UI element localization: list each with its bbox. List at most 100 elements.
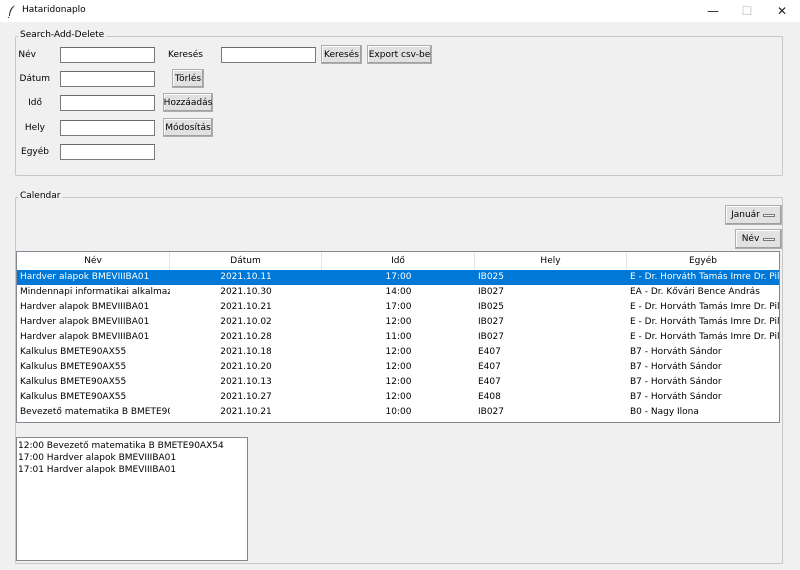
cell-ido: 12:00 [385, 347, 412, 357]
ido-input[interactable] [60, 95, 155, 111]
feather-icon [7, 5, 15, 18]
cell-hely: IB025 [478, 302, 505, 312]
cell-nev: Hardver alapok BMEVIIIBA01 [20, 302, 150, 312]
table-row[interactable]: Bevezető matematika B BMETE90AX5 2021.10.… [17, 405, 779, 420]
search-input[interactable] [221, 47, 316, 63]
cell-ido: 11:00 [385, 332, 412, 342]
window-title: Hataridonaplo [22, 5, 86, 15]
cell-hely: IB027 [478, 407, 505, 417]
column-header-hely[interactable]: Hely [475, 252, 627, 270]
cell-nev: Bevezető matematika B BMETE90AX5 [20, 407, 170, 417]
cell-egyeb: E - Dr. Horváth Tamás Imre Dr. Pilász [630, 302, 779, 312]
cell-egyeb: EA - Dr. Kővári Bence András [630, 287, 760, 297]
cell-datum: 2021.10.28 [220, 332, 272, 342]
hely-label: Hely [24, 123, 45, 133]
month-select[interactable]: Január [725, 205, 782, 225]
cell-ido: 17:00 [385, 302, 412, 312]
list-item[interactable]: 12:00 Bevezető matematika B BMETE90AX54 [18, 440, 246, 452]
table-body: Hardver alapok BMEVIIIBA01 2021.10.11 17:0… [17, 270, 779, 420]
column-header-egyeb[interactable]: Egyéb [627, 252, 779, 270]
cell-nev: Hardver alapok BMEVIIIBA01 [20, 332, 150, 342]
datum-input[interactable] [60, 71, 155, 87]
reminder-listbox[interactable]: 12:00 Bevezető matematika B BMETE90AX54 1… [16, 437, 248, 561]
nev-label: Név [18, 50, 36, 60]
column-header-ido[interactable]: Idő [322, 252, 475, 270]
egyeb-label: Egyéb [21, 147, 49, 157]
column-header-datum[interactable]: Dátum [170, 252, 322, 270]
hely-input[interactable] [60, 120, 155, 136]
table-row[interactable]: Hardver alapok BMEVIIIBA01 2021.10.28 11:0… [17, 330, 779, 345]
cell-ido: 10:00 [385, 407, 412, 417]
cell-egyeb: E - Dr. Horváth Tamás Imre Dr. Pilász [630, 332, 779, 342]
table-row[interactable]: Hardver alapok BMEVIIIBA01 2021.10.21 17:0… [17, 300, 779, 315]
modify-button[interactable]: Módosítás [163, 118, 213, 137]
cell-egyeb: B7 - Horváth Sándor [630, 392, 722, 402]
cell-datum: 2021.10.21 [220, 407, 272, 417]
empty-area [248, 437, 780, 561]
cell-ido: 12:00 [385, 377, 412, 387]
datum-label: Dátum [19, 74, 50, 84]
cell-nev: Mindennapi informatikai alkalmazás [20, 287, 170, 297]
cell-ido: 17:00 [385, 272, 412, 282]
cell-datum: 2021.10.11 [220, 272, 272, 282]
cell-hely: IB027 [478, 332, 505, 342]
table-row[interactable]: Kalkulus BMETE90AX55 2021.10.18 12:00 E407 B… [17, 345, 779, 360]
maximize-icon: ☐ [741, 4, 753, 18]
cell-hely: E407 [478, 347, 501, 357]
cell-hely: IB027 [478, 287, 505, 297]
table-header: Név Dátum Idő Hely Egyéb [17, 252, 779, 270]
cell-egyeb: B7 - Horváth Sándor [630, 347, 722, 357]
events-table[interactable]: Név Dátum Idő Hely Egyéb Hardver alapok … [16, 251, 780, 423]
cell-datum: 2021.10.27 [220, 392, 272, 402]
cell-datum: 2021.10.13 [220, 377, 272, 387]
table-row[interactable]: Kalkulus BMETE90AX55 2021.10.20 12:00 E407 B… [17, 360, 779, 375]
ido-label: Idő [28, 98, 42, 108]
sort-select[interactable]: Név [735, 229, 782, 249]
cell-ido: 14:00 [385, 287, 412, 297]
column-header-nev[interactable]: Név [17, 252, 170, 270]
cell-datum: 2021.10.21 [220, 302, 272, 312]
kereses-label: Keresés [168, 50, 203, 60]
calendar-group-label: Calendar [18, 191, 63, 201]
table-row[interactable]: Kalkulus BMETE90AX55 2021.10.27 12:00 E408 B… [17, 390, 779, 405]
title-bar: Hataridonaplo — ☐ ✕ [0, 0, 800, 22]
delete-button[interactable]: Törlés [172, 69, 204, 88]
cell-hely: E407 [478, 362, 501, 372]
search-button[interactable]: Keresés [321, 45, 362, 64]
list-item[interactable]: 17:00 Hardver alapok BMEVIIIBA01 [18, 452, 246, 464]
cell-egyeb: B7 - Horváth Sándor [630, 377, 722, 387]
close-button[interactable]: ✕ [765, 0, 799, 22]
table-row[interactable]: Mindennapi informatikai alkalmazás 2021.1… [17, 285, 779, 300]
minimize-icon: — [707, 4, 719, 18]
cell-ido: 12:00 [385, 392, 412, 402]
cell-datum: 2021.10.20 [220, 362, 272, 372]
minimize-button[interactable]: — [696, 0, 730, 22]
table-row[interactable]: Hardver alapok BMEVIIIBA01 2021.10.11 17:0… [17, 270, 779, 285]
cell-egyeb: B0 - Nagy Ilona [630, 407, 699, 417]
cell-nev: Kalkulus BMETE90AX55 [20, 377, 127, 387]
table-row[interactable]: Kalkulus BMETE90AX55 2021.10.13 12:00 E407 B… [17, 375, 779, 390]
cell-nev: Kalkulus BMETE90AX55 [20, 392, 127, 402]
nev-input[interactable] [60, 47, 155, 63]
cell-ido: 12:00 [385, 362, 412, 372]
cell-hely: E407 [478, 377, 501, 387]
export-csv-button[interactable]: Export csv-be [367, 45, 432, 64]
table-row[interactable]: Hardver alapok BMEVIIIBA01 2021.10.02 12:0… [17, 315, 779, 330]
cell-datum: 2021.10.02 [220, 317, 272, 327]
dropdown-indicator-icon [763, 237, 775, 241]
dropdown-indicator-icon [763, 213, 775, 217]
cell-nev: Hardver alapok BMEVIIIBA01 [20, 272, 150, 282]
maximize-button: ☐ [730, 0, 764, 22]
cell-hely: IB025 [478, 272, 505, 282]
search-group-label: Search-Add-Delete [18, 30, 107, 40]
cell-hely: IB027 [478, 317, 505, 327]
add-button[interactable]: Hozzáadás [163, 93, 213, 112]
cell-nev: Hardver alapok BMEVIIIBA01 [20, 317, 150, 327]
sort-select-value: Név [741, 234, 760, 244]
list-item[interactable]: 17:01 Hardver alapok BMEVIIIBA01 [18, 464, 246, 476]
egyeb-input[interactable] [60, 144, 155, 160]
cell-datum: 2021.10.18 [220, 347, 272, 357]
cell-hely: E408 [478, 392, 501, 402]
cell-egyeb: B7 - Horváth Sándor [630, 362, 722, 372]
cell-egyeb: E - Dr. Horváth Tamás Imre Dr. Pilász [630, 317, 779, 327]
